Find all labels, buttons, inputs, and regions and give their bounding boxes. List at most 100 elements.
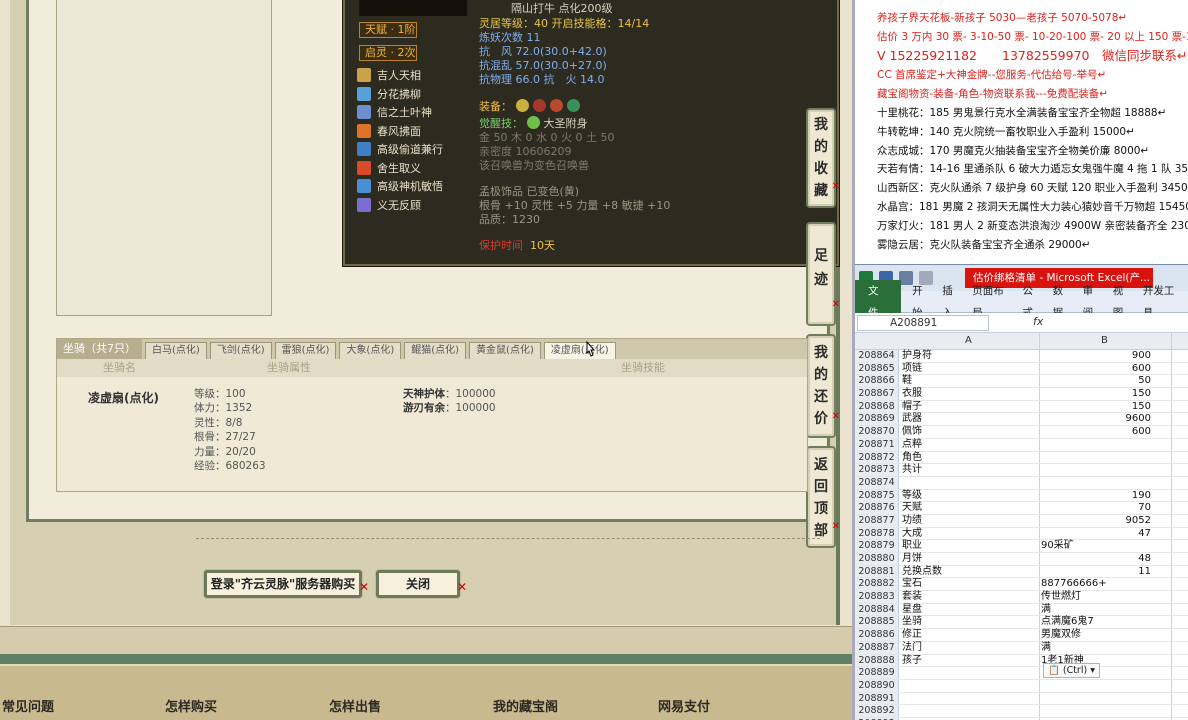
cell-b[interactable]: 150 bbox=[1041, 388, 1151, 401]
skill-item[interactable]: 信之土叶神 bbox=[357, 103, 481, 122]
row-number[interactable]: 208886 bbox=[855, 629, 899, 641]
cell-a[interactable]: 武器 bbox=[902, 413, 922, 426]
row-number[interactable]: 208876 bbox=[855, 502, 899, 514]
row-number[interactable]: 208869 bbox=[855, 413, 899, 426]
row-number[interactable]: 208864 bbox=[855, 350, 899, 362]
cell-a[interactable]: 佩饰 bbox=[902, 426, 922, 439]
row-number[interactable]: 208868 bbox=[855, 400, 899, 413]
cell-a[interactable]: 功绩 bbox=[902, 515, 922, 528]
paste-options-button[interactable]: 📋 (Ctrl) ▾ bbox=[1043, 663, 1100, 678]
row-number[interactable]: 208871 bbox=[855, 438, 899, 451]
row-number[interactable]: 208887 bbox=[855, 641, 899, 654]
cell-a[interactable]: 大成 bbox=[902, 528, 922, 541]
skill-item[interactable]: 舍生取义 bbox=[357, 159, 481, 178]
cell-a[interactable]: 法门 bbox=[902, 642, 922, 655]
my-bargain-button[interactable]: 我的还价 ✕ bbox=[806, 334, 840, 438]
cell-a[interactable]: 鞋 bbox=[902, 375, 912, 388]
cell-a[interactable]: 项链 bbox=[902, 363, 922, 376]
cell-b[interactable]: 600 bbox=[1041, 426, 1151, 439]
cell-a[interactable]: 修正 bbox=[902, 629, 922, 642]
row-number[interactable]: 208866 bbox=[855, 375, 899, 388]
cell-b[interactable]: 50 bbox=[1041, 375, 1151, 388]
column-header-a[interactable]: A bbox=[965, 335, 972, 346]
row-number[interactable]: 208870 bbox=[855, 426, 899, 438]
cell-b[interactable]: 9052 bbox=[1041, 515, 1151, 528]
row-number[interactable]: 208883 bbox=[855, 591, 899, 603]
cell-b[interactable]: 70 bbox=[1041, 502, 1151, 515]
row-number[interactable]: 208891 bbox=[855, 692, 899, 705]
close-button[interactable]: 关闭 ✕ bbox=[376, 570, 467, 598]
row-number[interactable]: 208889 bbox=[855, 667, 899, 679]
mount-tab[interactable]: 鲲猫(点化) bbox=[404, 342, 467, 359]
mount-tab[interactable]: 黄金鼠(点化) bbox=[469, 342, 541, 359]
row-number[interactable]: 208874 bbox=[855, 476, 899, 489]
row-number[interactable]: 208880 bbox=[855, 553, 899, 565]
cell-a[interactable]: 坐骑 bbox=[902, 616, 922, 629]
row-number[interactable]: 208872 bbox=[855, 451, 899, 464]
cell-b[interactable]: 满 bbox=[1041, 642, 1151, 655]
cell-a[interactable]: 职业 bbox=[902, 540, 922, 553]
cell-b[interactable]: 190 bbox=[1041, 490, 1151, 503]
cell-b[interactable]: 9600 bbox=[1041, 413, 1151, 426]
cell-b[interactable]: 48 bbox=[1041, 553, 1151, 566]
name-box[interactable]: A208891 bbox=[857, 315, 989, 331]
back-to-top-button[interactable]: 返回顶部 ✕ bbox=[806, 446, 840, 548]
row-number[interactable]: 208892 bbox=[855, 705, 899, 717]
cell-a[interactable]: 月饼 bbox=[902, 553, 922, 566]
row-number[interactable]: 208881 bbox=[855, 565, 899, 578]
skill-item[interactable]: 吉人天相 bbox=[357, 66, 481, 85]
cell-a[interactable]: 点粹 bbox=[902, 439, 922, 452]
cell-a[interactable]: 角色 bbox=[902, 452, 922, 465]
row-number[interactable]: 208877 bbox=[855, 514, 899, 527]
cell-b[interactable]: 男魔双修 bbox=[1041, 629, 1151, 642]
cell-a[interactable]: 宝石 bbox=[902, 578, 922, 591]
row-number[interactable]: 208884 bbox=[855, 603, 899, 616]
cell-b[interactable]: 11 bbox=[1041, 566, 1151, 579]
cell-b[interactable]: 150 bbox=[1041, 401, 1151, 414]
row-number[interactable]: 208888 bbox=[855, 654, 899, 667]
cell-a[interactable]: 帽子 bbox=[902, 401, 922, 414]
footer-link-how-sell[interactable]: 怎样出售 bbox=[329, 696, 381, 715]
row-number[interactable]: 208867 bbox=[855, 388, 899, 400]
row-number[interactable]: 208890 bbox=[855, 679, 899, 692]
my-favorites-button[interactable]: 我的收藏 ✕ bbox=[806, 108, 840, 208]
login-buy-button[interactable]: 登录"齐云灵脉"服务器购买 ✕ bbox=[204, 570, 369, 598]
row-number[interactable]: 208875 bbox=[855, 489, 899, 502]
cell-a[interactable]: 兑换点数 bbox=[902, 566, 942, 579]
row-number[interactable]: 208873 bbox=[855, 464, 899, 476]
row-number[interactable]: 208865 bbox=[855, 362, 899, 375]
skill-item[interactable]: 义无反顾 bbox=[357, 196, 481, 215]
mount-tab[interactable]: 大象(点化) bbox=[339, 342, 402, 359]
cell-a[interactable]: 衣服 bbox=[902, 388, 922, 401]
footprint-button[interactable]: 足迹 ✕ bbox=[806, 222, 840, 326]
equip-icon[interactable] bbox=[550, 99, 563, 112]
cell-b[interactable]: 900 bbox=[1041, 350, 1151, 363]
mount-tab-active[interactable]: 凌虚扇(点化) bbox=[543, 342, 616, 359]
column-header-b[interactable]: B bbox=[1101, 335, 1108, 346]
skill-item[interactable]: 高级神机敏悟 bbox=[357, 177, 481, 196]
footer-link-how-buy[interactable]: 怎样购买 bbox=[165, 696, 217, 715]
equip-icon[interactable] bbox=[516, 99, 529, 112]
cell-b[interactable]: 90采矿 bbox=[1041, 540, 1151, 553]
equip-icon[interactable] bbox=[567, 99, 580, 112]
row-number[interactable]: 208885 bbox=[855, 616, 899, 629]
footer-link-netease-pay[interactable]: 网易支付 bbox=[658, 696, 710, 715]
footer-link-faq[interactable]: 常见问题 bbox=[2, 696, 54, 715]
cell-b[interactable]: 满 bbox=[1041, 604, 1151, 617]
equip-icon[interactable] bbox=[533, 99, 546, 112]
mount-tab[interactable]: 白马(点化) bbox=[145, 342, 207, 359]
cell-b[interactable]: 600 bbox=[1041, 363, 1151, 376]
row-number[interactable]: 208879 bbox=[855, 540, 899, 552]
cell-b[interactable]: 点满魔6鬼7 bbox=[1041, 616, 1151, 629]
row-number[interactable]: 208878 bbox=[855, 527, 899, 540]
skill-item[interactable]: 高级偷道兼行 bbox=[357, 140, 481, 159]
cell-b[interactable]: 传世燃灯 bbox=[1041, 591, 1151, 604]
cell-a[interactable]: 孩子 bbox=[902, 655, 922, 668]
cell-b[interactable]: 47 bbox=[1041, 528, 1151, 541]
skill-item[interactable]: 春风拂面 bbox=[357, 122, 481, 141]
mount-tab[interactable]: 飞剑(点化) bbox=[209, 342, 272, 359]
row-number[interactable]: 208882 bbox=[855, 578, 899, 591]
cell-a[interactable]: 共计 bbox=[902, 464, 922, 477]
cell-a[interactable]: 天赋 bbox=[902, 502, 922, 515]
cell-a[interactable]: 等级 bbox=[902, 490, 922, 503]
